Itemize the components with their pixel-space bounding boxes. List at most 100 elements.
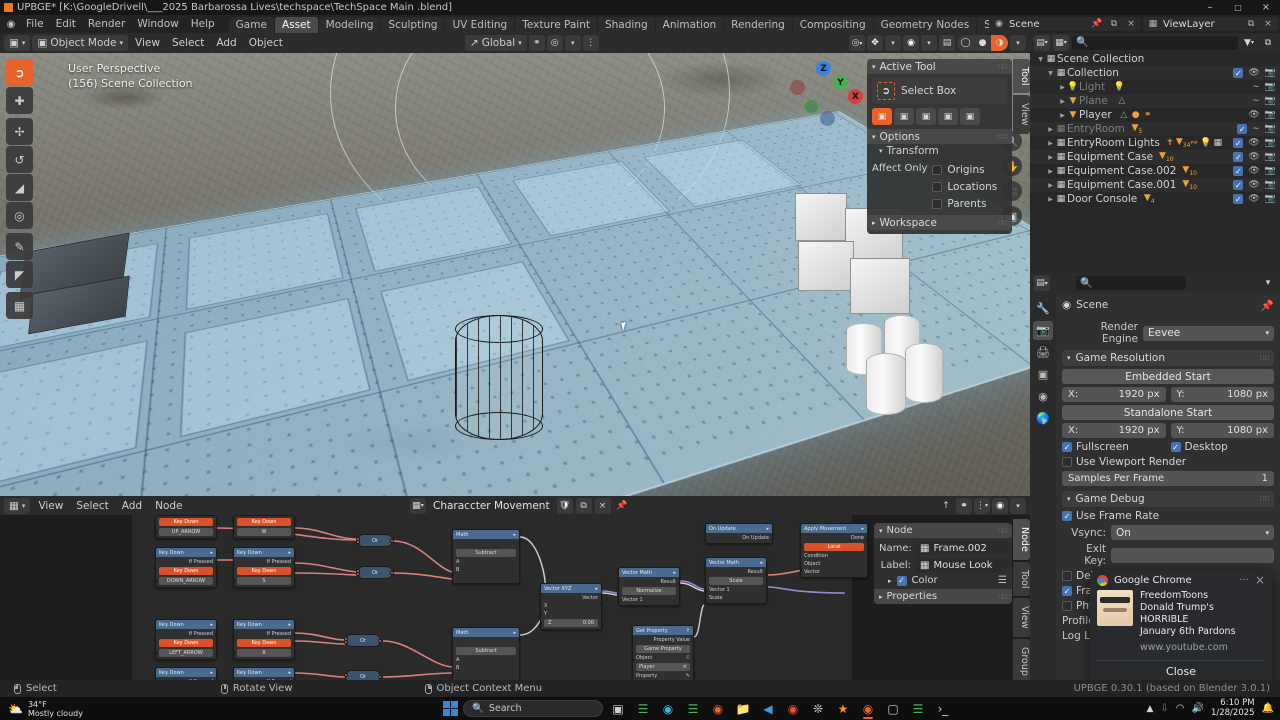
overlays-toggle-icon[interactable]: ◉ bbox=[903, 35, 919, 51]
taskbar-clock[interactable]: 6:10 PM 1/28/2025 bbox=[1211, 698, 1255, 718]
node-header[interactable]: Vector Math ▸ bbox=[706, 558, 766, 567]
tab-tool-icon[interactable]: 🔧 bbox=[1033, 299, 1053, 318]
weather-widget[interactable]: ⛅ 34°F Mostly cloudy bbox=[8, 700, 83, 718]
outliner-row-equipment-case-002[interactable]: ▶ ▦ Equipment Case.002 ▼10 ✓ 👁 📷 bbox=[1030, 164, 1280, 178]
gizmo-axis-x[interactable]: X bbox=[848, 89, 863, 104]
active-tool-card[interactable]: ➲ Select Box bbox=[872, 78, 1007, 104]
pin-icon[interactable]: 📌 bbox=[1090, 17, 1104, 31]
expand-triangle-icon[interactable]: ▶ bbox=[1046, 168, 1055, 175]
node-snap-mode-icon[interactable]: ⋮ ▾ bbox=[974, 497, 990, 514]
onedrive-icon[interactable]: ⇩ bbox=[1160, 703, 1168, 714]
color-checkbox[interactable]: ✓ bbox=[896, 575, 907, 586]
standalone-y-field[interactable]: Y: 1080 px bbox=[1170, 423, 1274, 438]
outliner-row-scene-collection[interactable]: ▼ ▦ Scene Collection bbox=[1030, 52, 1280, 66]
transform-subsection-header[interactable]: ▾ Transform bbox=[867, 144, 1012, 158]
node-tab-node[interactable]: Node bbox=[1013, 519, 1030, 560]
eye-icon[interactable]: 👁 bbox=[1248, 138, 1259, 148]
node-name-field[interactable]: ▦ Frame.002 bbox=[916, 541, 1007, 555]
exclude-checkbox[interactable]: ✓ bbox=[1233, 166, 1244, 176]
close-button[interactable]: × bbox=[1252, 0, 1280, 15]
outliner-row-equipment-case[interactable]: ▶ ▦ Equipment Case ▼10 ✓ 👁 📷 bbox=[1030, 150, 1280, 164]
node-vector-math-scale[interactable]: Vector Math ▸ Result Scale Vector 1 Scal… bbox=[705, 557, 767, 604]
notification-menu-icon[interactable]: ··· bbox=[1239, 575, 1249, 586]
exit-key-field[interactable] bbox=[1111, 547, 1274, 563]
node-socket-out[interactable] bbox=[378, 675, 382, 679]
gizmo-dropdown-icon[interactable]: ▾ bbox=[885, 35, 901, 51]
tab-animation[interactable]: Animation bbox=[655, 17, 724, 33]
material-shading-icon[interactable]: ◑ bbox=[991, 35, 1008, 51]
node-collapse-icon[interactable]: ▸ bbox=[288, 550, 291, 556]
exclude-checkbox[interactable]: ✓ bbox=[1233, 68, 1244, 78]
maximize-button[interactable]: □ bbox=[1224, 0, 1252, 15]
gizmo-axis-neg-z[interactable] bbox=[820, 111, 835, 126]
node-header[interactable]: Get Property ↑ bbox=[633, 626, 693, 635]
expand-triangle-icon[interactable]: ▼ bbox=[1036, 56, 1045, 63]
node-key-down[interactable]: Key Down W bbox=[233, 515, 295, 539]
node-operation-dropdown[interactable]: Normalize bbox=[622, 587, 676, 595]
tab-viewlayer-icon[interactable]: ▣ bbox=[1033, 365, 1053, 384]
select-set-icon[interactable]: ▣ bbox=[872, 108, 892, 125]
camera-icon[interactable]: 📷 bbox=[1265, 180, 1276, 190]
eye-icon[interactable]: 👁 bbox=[1248, 180, 1259, 190]
xray-toggle-icon[interactable]: ▤ bbox=[939, 35, 955, 51]
overlays-dropdown-icon[interactable]: ▾ bbox=[921, 35, 937, 51]
active-tool-section-header[interactable]: ▾ Active Tool ∷∷ bbox=[867, 59, 1012, 74]
outliner-row-collection[interactable]: ▼ ▦ Collection ✓ 👁 📷 bbox=[1030, 66, 1280, 80]
node-panel-header[interactable]: ▾ Node ∷∷ bbox=[874, 523, 1012, 538]
node-collapse-icon[interactable]: ▸ bbox=[288, 622, 291, 628]
node-object-field[interactable]: Player × bbox=[636, 663, 690, 671]
node-header[interactable]: Vector Math ▸ bbox=[619, 568, 679, 577]
properties-options-icon[interactable]: ▾ bbox=[1260, 275, 1276, 291]
viewport-menu-select[interactable]: Select bbox=[167, 35, 209, 51]
outliner-row-plane[interactable]: ▶ ▼ Plane △ ∼ 📷 bbox=[1030, 94, 1280, 108]
firefox-icon[interactable]: ★ bbox=[833, 699, 853, 719]
node-local-mode-button[interactable]: Local bbox=[804, 543, 864, 551]
node-on-update[interactable]: On Update ▸ On Update bbox=[705, 523, 773, 544]
node-header[interactable]: Key Down ▸ bbox=[156, 620, 216, 629]
tray-expand-icon[interactable]: ▲ bbox=[1146, 704, 1153, 714]
embedded-start-button[interactable]: Embedded Start bbox=[1062, 369, 1274, 384]
node-key-down[interactable]: Key Down ▸ If Pressed Key Down A bbox=[233, 619, 295, 660]
game-resolution-section-header[interactable]: ▾ Game Resolution ∷∷ bbox=[1062, 350, 1274, 366]
node-tree-name[interactable]: Characcter Movement bbox=[429, 500, 554, 512]
outliner-row-light[interactable]: ▶ 💡 Light 💡 ∼ 📷 bbox=[1030, 80, 1280, 94]
tab-asset[interactable]: Asset bbox=[274, 17, 318, 33]
render-engine-dropdown[interactable]: Eevee ▾ bbox=[1143, 325, 1274, 341]
volume-icon[interactable]: 🔊 bbox=[1192, 703, 1204, 714]
tab-game[interactable]: Game bbox=[228, 17, 274, 33]
node-socket-out[interactable] bbox=[518, 541, 519, 545]
menu-window[interactable]: Window bbox=[131, 16, 184, 32]
node-menu-node[interactable]: Node bbox=[150, 498, 187, 514]
tab-output-icon[interactable]: 🖨 bbox=[1033, 343, 1053, 362]
expand-triangle-icon[interactable]: ▶ bbox=[1046, 126, 1055, 133]
node-collapse-icon[interactable]: ▸ bbox=[766, 526, 769, 532]
edit-property-icon[interactable]: ✎ bbox=[686, 673, 690, 679]
node-header[interactable]: Math ▸ bbox=[453, 628, 519, 637]
node-collapse-icon[interactable]: ▸ bbox=[210, 550, 213, 556]
node-socket-out[interactable] bbox=[390, 571, 394, 575]
exclude-checkbox[interactable]: ✓ bbox=[1237, 124, 1248, 134]
outliner-display-mode-icon[interactable]: ▦ ▾ bbox=[1053, 34, 1069, 51]
tab-shading[interactable]: Shading bbox=[597, 17, 655, 33]
node-overlay-dropdown-icon[interactable]: ▾ bbox=[1010, 497, 1026, 514]
node-header[interactable]: Key Down ▸ bbox=[234, 548, 294, 557]
cursor-tool-icon[interactable]: ✚ bbox=[6, 87, 33, 114]
node-keydown-button[interactable]: Key Down bbox=[159, 639, 213, 647]
eye-icon[interactable]: 👁 bbox=[1248, 110, 1259, 120]
node-socket-out[interactable] bbox=[765, 572, 766, 576]
node-socket-in[interactable] bbox=[706, 600, 707, 603]
locations-checkbox[interactable] bbox=[932, 181, 943, 192]
eye-icon[interactable]: 👁 bbox=[1248, 152, 1259, 162]
pin-nodetree-icon[interactable]: 📌 bbox=[614, 498, 630, 514]
node-header[interactable]: Vector XYZ ▸ bbox=[541, 584, 601, 593]
node-socket-in[interactable] bbox=[344, 673, 348, 677]
outliner-row-door-console[interactable]: ▶ ▦ Door Console ▼4 ✓ 👁 📷 bbox=[1030, 192, 1280, 206]
node-socket-out[interactable] bbox=[390, 539, 394, 543]
node-key-down[interactable]: Key Down ▸ If Pressed Key Down LEFT_ARRO… bbox=[155, 619, 217, 660]
eye-icon[interactable]: 👁 bbox=[1248, 166, 1259, 176]
node-socket-out[interactable] bbox=[866, 538, 867, 542]
expand-triangle-icon[interactable]: ▶ bbox=[1058, 112, 1067, 119]
proportional-edit-icon[interactable]: ◎ bbox=[546, 35, 563, 51]
node-keydown-button[interactable]: Key Down bbox=[159, 567, 213, 575]
node-keydown-button[interactable]: Key Down bbox=[237, 567, 291, 575]
